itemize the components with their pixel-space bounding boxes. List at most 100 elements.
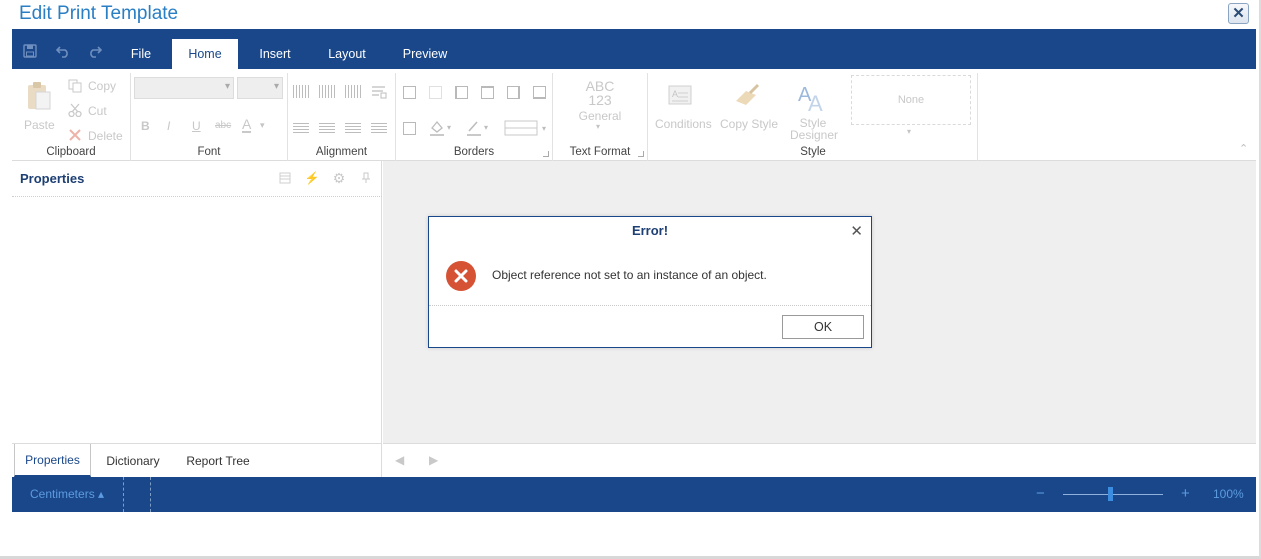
- ribbon: Paste Copy Cut Delete Clipboard B I U ab…: [12, 69, 1256, 161]
- properties-grid-icon[interactable]: [278, 171, 292, 185]
- dialog-divider: [429, 305, 871, 306]
- properties-panel: Properties ⚡ ⚙ Properties Dictionary Rep…: [12, 161, 382, 477]
- border-style-icon[interactable]: ▾: [504, 120, 550, 136]
- collapse-ribbon-icon[interactable]: ⌃: [1239, 142, 1248, 155]
- borders-group-label: Borders: [453, 146, 495, 158]
- paste-label[interactable]: Paste: [24, 118, 55, 132]
- next-page-icon[interactable]: ▶: [429, 453, 438, 467]
- bottom-border-icon[interactable]: [533, 86, 546, 99]
- tab-report-tree[interactable]: Report Tree: [177, 444, 259, 477]
- copy-button[interactable]: Copy: [88, 79, 116, 93]
- zoom-slider-track[interactable]: [1063, 494, 1163, 495]
- undo-icon[interactable]: [55, 43, 71, 59]
- properties-title: Properties: [20, 171, 85, 186]
- align-center-vertical-icon[interactable]: [319, 85, 335, 98]
- underline-button[interactable]: U: [192, 119, 201, 133]
- delete-button[interactable]: Delete: [88, 129, 123, 143]
- style-none-item[interactable]: None: [852, 94, 970, 106]
- paste-icon[interactable]: [25, 81, 53, 111]
- pin-icon[interactable]: [359, 171, 373, 185]
- align-justify-icon[interactable]: [371, 123, 387, 135]
- prev-page-icon[interactable]: ◀: [395, 453, 404, 467]
- align-left-icon[interactable]: [293, 123, 309, 135]
- conditions-button[interactable]: Conditions: [655, 117, 712, 131]
- text-format-general-button[interactable]: General: [553, 109, 647, 123]
- style-designer-button[interactable]: Style Designer: [790, 117, 839, 142]
- tab-file[interactable]: File: [122, 39, 160, 69]
- tab-layout[interactable]: Layout: [316, 39, 378, 69]
- cut-button[interactable]: Cut: [88, 104, 107, 118]
- chevron-down-icon[interactable]: ▾: [596, 122, 600, 131]
- copy-icon: [68, 79, 82, 93]
- conditions-icon[interactable]: A: [666, 83, 696, 111]
- align-right-icon[interactable]: [345, 123, 361, 135]
- align-center-icon[interactable]: [319, 123, 335, 135]
- style-gallery[interactable]: None: [851, 75, 971, 125]
- word-wrap-icon[interactable]: [371, 84, 387, 100]
- tab-properties[interactable]: Properties: [14, 444, 91, 477]
- gear-icon[interactable]: ⚙: [332, 170, 346, 186]
- svg-text:A: A: [808, 91, 823, 113]
- font-group: B I U abc A ▾ Font: [131, 73, 288, 161]
- dialog-close-button[interactable]: ✕: [850, 222, 863, 240]
- status-divider: [123, 477, 124, 512]
- right-border-icon[interactable]: [507, 86, 520, 99]
- fill-color-icon[interactable]: ▾: [429, 119, 453, 137]
- clipboard-group-label: Clipboard: [46, 146, 96, 158]
- delete-icon: [68, 128, 82, 142]
- font-family-select[interactable]: [134, 77, 234, 99]
- window-close-button[interactable]: ✕: [1228, 3, 1249, 24]
- style-designer-label-2: Designer: [790, 128, 839, 142]
- text-format-abc-label: ABC: [585, 78, 615, 94]
- save-icon[interactable]: [22, 43, 38, 59]
- status-bar: Centimeters ▴ − + 100%: [12, 477, 1256, 512]
- zoom-in-button[interactable]: +: [1181, 485, 1190, 502]
- svg-text:▾: ▾: [484, 123, 488, 132]
- strikethrough-button[interactable]: abc: [215, 120, 231, 131]
- border-color-icon[interactable]: ▾: [466, 119, 490, 137]
- font-color-button[interactable]: A: [242, 117, 252, 133]
- top-border-icon[interactable]: [481, 86, 494, 99]
- style-designer-icon[interactable]: AA: [796, 81, 830, 113]
- style-group: A Conditions Copy Style AA Style Designe…: [648, 73, 978, 161]
- events-lightning-icon[interactable]: ⚡: [305, 171, 320, 185]
- font-size-select[interactable]: [237, 77, 283, 99]
- page-navigation: ◀ ▶: [383, 443, 1256, 477]
- zoom-level-label: 100%: [1213, 487, 1244, 501]
- text-format-123-label: 123: [588, 92, 612, 108]
- all-borders-icon[interactable]: [403, 86, 416, 99]
- svg-text:A: A: [672, 89, 678, 99]
- style-group-label: Style: [800, 146, 826, 158]
- alignment-group: Alignment: [288, 73, 396, 161]
- clipboard-group: Paste Copy Cut Delete Clipboard: [12, 73, 131, 161]
- tab-dictionary[interactable]: Dictionary: [97, 444, 169, 477]
- bold-button[interactable]: B: [141, 119, 150, 133]
- properties-header: Properties ⚡ ⚙: [12, 161, 382, 197]
- cut-icon: [68, 103, 82, 117]
- align-right-vertical-icon[interactable]: [345, 85, 361, 98]
- zoom-out-button[interactable]: −: [1036, 485, 1045, 502]
- ok-button[interactable]: OK: [782, 315, 864, 339]
- chevron-down-icon[interactable]: ▾: [260, 120, 265, 131]
- menu-bar: File Home Insert Layout Preview: [12, 29, 1256, 69]
- left-border-icon[interactable]: [455, 86, 468, 99]
- alignment-group-label: Alignment: [315, 146, 368, 158]
- chevron-down-icon[interactable]: ▾: [907, 127, 911, 136]
- copy-style-icon[interactable]: [732, 83, 762, 111]
- error-message: Object reference not set to an instance …: [492, 268, 767, 282]
- borders-group: ▾ ▾ ▾ Borders: [396, 73, 553, 161]
- copy-style-button[interactable]: Copy Style: [720, 117, 778, 131]
- dialog-title: Error!: [631, 223, 669, 238]
- no-border-icon[interactable]: [429, 86, 442, 99]
- tab-home[interactable]: Home: [172, 39, 238, 69]
- tab-insert[interactable]: Insert: [250, 39, 300, 69]
- italic-button[interactable]: I: [167, 119, 170, 133]
- border-settings-icon[interactable]: [403, 122, 416, 135]
- units-dropdown[interactable]: Centimeters ▴: [30, 487, 104, 501]
- tab-preview[interactable]: Preview: [394, 39, 456, 69]
- redo-icon[interactable]: [87, 43, 103, 59]
- edit-print-template-window: Edit Print Template ✕ File Home Insert L…: [0, 0, 1261, 559]
- properties-bottom-tabs: Properties Dictionary Report Tree: [12, 443, 382, 477]
- zoom-slider-thumb[interactable]: [1108, 487, 1113, 501]
- align-left-vertical-icon[interactable]: [293, 85, 309, 98]
